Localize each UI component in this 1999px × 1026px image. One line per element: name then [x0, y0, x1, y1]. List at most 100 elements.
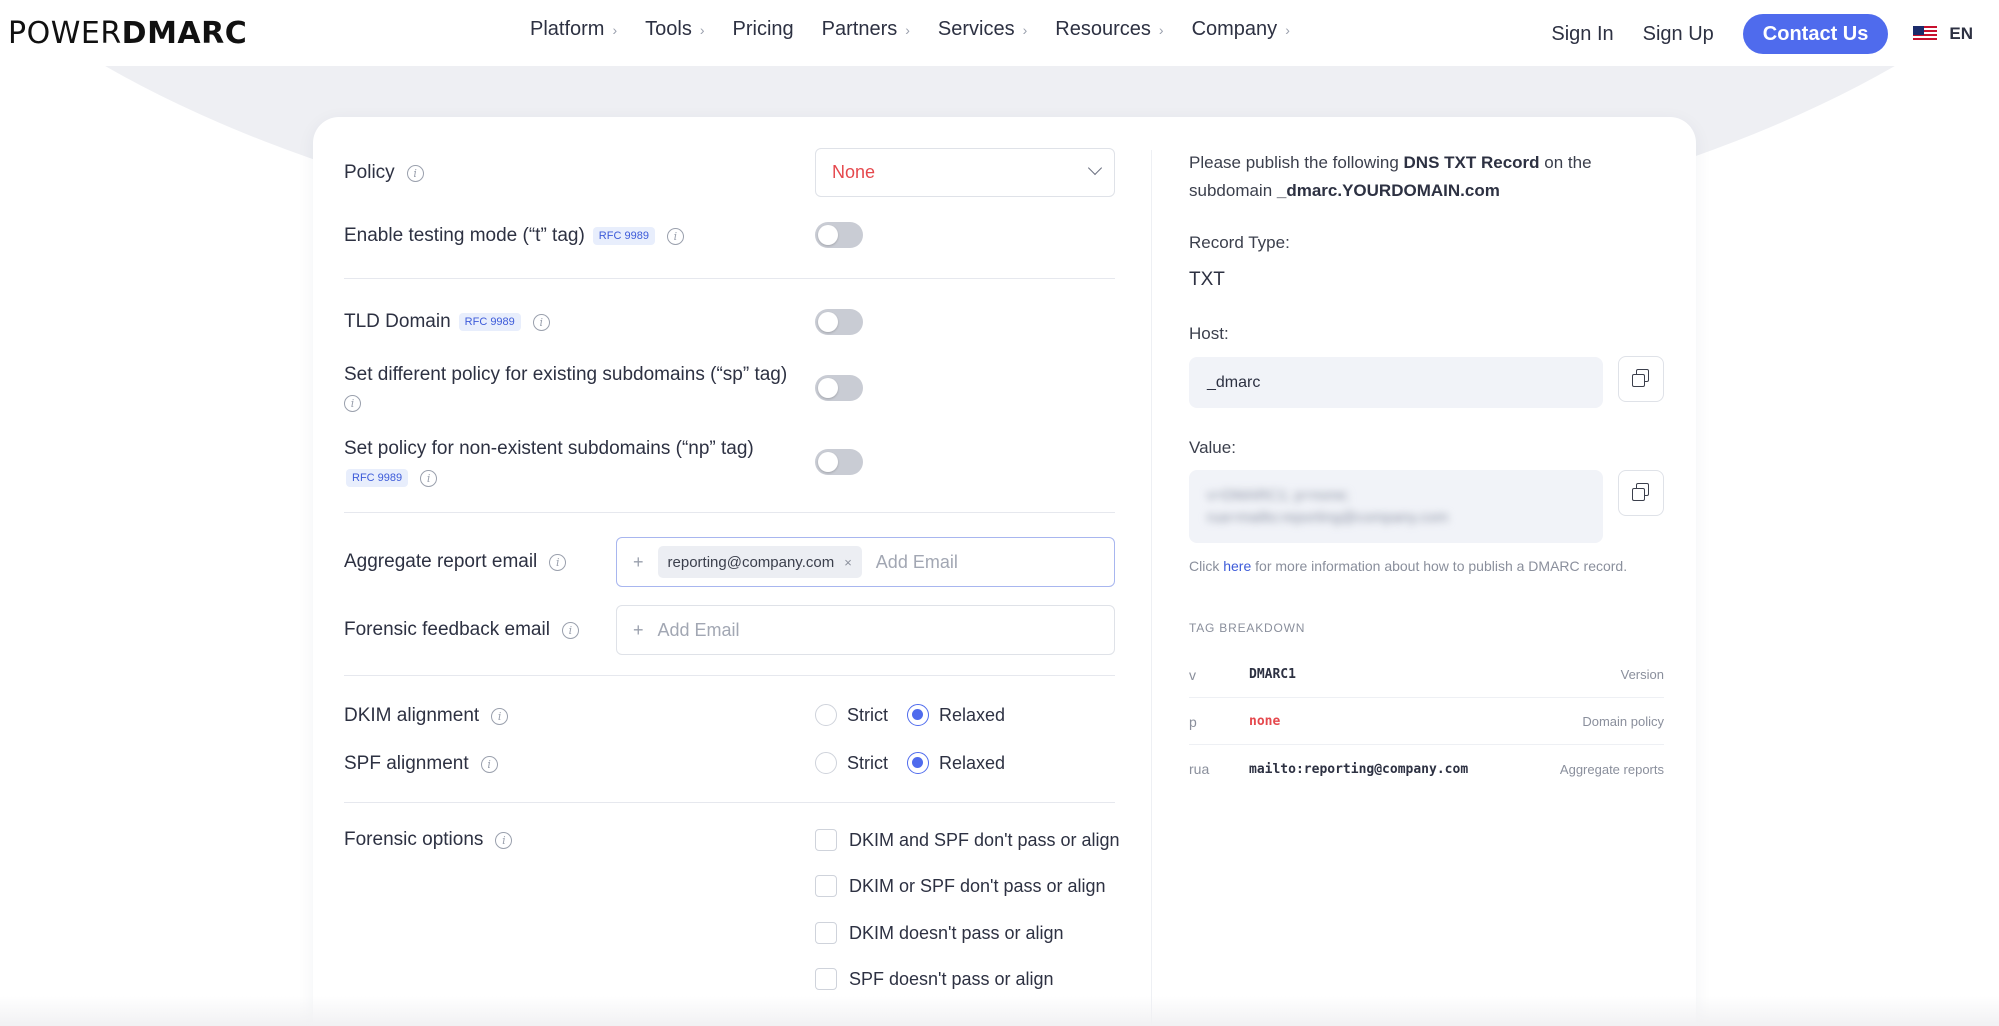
sign-up-link[interactable]: Sign Up	[1643, 23, 1714, 46]
spf-alignment-label: SPF alignment i	[344, 753, 498, 775]
tag-row: v DMARC1 Version	[1189, 652, 1664, 698]
copy-host-button[interactable]	[1618, 356, 1664, 402]
nav-resources[interactable]: Resources ›	[1055, 18, 1163, 41]
checkbox	[815, 875, 837, 897]
nav-links: Platform › Tools › Pricing Partners › Servi…	[530, 18, 1318, 41]
tld-domain-label: TLD Domain RFC 9989 i	[344, 311, 550, 333]
rfc-badge: RFC 9989	[592, 227, 655, 245]
info-icon[interactable]: i	[344, 395, 361, 412]
contact-us-button[interactable]: Contact Us	[1742, 14, 1889, 54]
rfc-badge: RFC 9989	[458, 313, 521, 331]
label-text: DKIM alignment	[344, 705, 480, 726]
logo[interactable]: POWER DMARC	[8, 14, 247, 52]
chevron-right-icon: ›	[699, 21, 705, 38]
np-policy-toggle[interactable]	[815, 449, 863, 475]
info-icon[interactable]: i	[495, 831, 513, 849]
forensic-option-checkbox[interactable]: SPF doesn't pass or align	[815, 968, 1054, 990]
value-field[interactable]: v=DMARC1; p=none; rua=mailto:reporting@c…	[1189, 470, 1603, 543]
tag-value: mailto:reporting@company.com	[1249, 761, 1469, 777]
np-policy-badges: RFC 9989 i	[338, 469, 438, 487]
tag-value: DMARC1	[1249, 667, 1296, 682]
policy-select[interactable]: None	[815, 148, 1115, 197]
checkbox-label: DKIM doesn't pass or align	[849, 922, 1064, 943]
chevron-right-icon: ›	[1022, 21, 1028, 38]
nav-services[interactable]: Services ›	[938, 18, 1027, 41]
intro-bold: DNS TXT Record	[1403, 153, 1540, 172]
tag-row: rua mailto:reporting@company.com Aggregate…	[1189, 746, 1664, 792]
close-icon[interactable]: ×	[844, 555, 852, 570]
info-icon[interactable]: i	[532, 313, 550, 331]
checkbox-label: DKIM or SPF don't pass or align	[849, 875, 1106, 896]
chevron-right-icon: ›	[612, 21, 618, 38]
add-email-placeholder: Add Email	[875, 551, 958, 572]
checkbox	[815, 922, 837, 944]
spf-strict-radio[interactable]: Strict	[815, 752, 888, 774]
label-text: SPF alignment	[344, 753, 469, 774]
info-icon[interactable]: i	[666, 227, 684, 245]
logo-text-right: DMARC	[121, 15, 248, 51]
radio-dot	[907, 752, 929, 774]
nav-company[interactable]: Company ›	[1192, 18, 1290, 41]
nav-right: Sign In Sign Up Contact Us EN	[1551, 14, 1973, 54]
nav-platform[interactable]: Platform ›	[530, 18, 617, 41]
forensic-email-input[interactable]: + Add Email	[616, 605, 1115, 655]
host-value: _dmarc	[1207, 373, 1261, 391]
tld-domain-toggle[interactable]	[815, 309, 863, 335]
dkim-alignment-label: DKIM alignment i	[344, 705, 509, 727]
info-icon[interactable]: i	[561, 621, 579, 639]
info-icon[interactable]: i	[406, 164, 424, 182]
radio-label: Relaxed	[939, 704, 1006, 725]
nav-pricing[interactable]: Pricing	[733, 18, 794, 41]
radio-label: Relaxed	[939, 752, 1006, 773]
plus-icon: +	[633, 619, 644, 640]
forensic-email-label: Forensic feedback email i	[344, 619, 579, 641]
info-icon[interactable]: i	[491, 707, 509, 725]
testing-mode-toggle[interactable]	[815, 222, 863, 248]
us-flag-icon[interactable]	[1913, 26, 1938, 42]
info-icon[interactable]: i	[549, 553, 567, 571]
label-text: Policy	[344, 162, 395, 183]
dkim-strict-radio[interactable]: Strict	[815, 704, 888, 726]
tag-row: p none Domain policy	[1189, 699, 1664, 745]
aggregate-email-input[interactable]: + reporting@company.com × Add Email	[616, 537, 1115, 587]
email-chip: reporting@company.com ×	[657, 546, 862, 578]
chevron-right-icon: ›	[905, 21, 910, 38]
forensic-option-checkbox[interactable]: DKIM and SPF don't pass or align	[815, 829, 1120, 851]
sp-policy-toggle[interactable]	[815, 375, 863, 401]
section-divider	[344, 512, 1115, 513]
add-email-placeholder: Add Email	[657, 619, 740, 640]
column-divider	[1151, 150, 1152, 1026]
language-selector[interactable]: EN	[1949, 24, 1973, 44]
forensic-option-checkbox[interactable]: DKIM or SPF don't pass or align	[815, 875, 1106, 897]
radio-dot	[815, 752, 837, 774]
tag-description: Version	[1620, 667, 1664, 682]
sign-in-link[interactable]: Sign In	[1551, 23, 1613, 46]
forensic-option-checkbox[interactable]: DKIM doesn't pass or align	[815, 922, 1064, 944]
intro-text: Please publish the following	[1189, 153, 1404, 172]
help-link[interactable]: here	[1223, 558, 1251, 574]
info-icon[interactable]: i	[420, 469, 438, 487]
policy-label: Policy i	[344, 162, 424, 184]
info-icon[interactable]: i	[480, 755, 498, 773]
nav-label: Pricing	[732, 18, 794, 40]
aggregate-email-label: Aggregate report email i	[344, 551, 567, 573]
spf-relaxed-radio[interactable]: Relaxed	[907, 752, 1005, 774]
bottom-fade	[0, 996, 1999, 1026]
checkbox-label: DKIM and SPF don't pass or align	[849, 829, 1120, 850]
dkim-relaxed-radio[interactable]: Relaxed	[907, 704, 1005, 726]
label-text: Set different policy for existing subdom…	[344, 364, 788, 385]
checkbox	[815, 968, 837, 990]
chip-text: reporting@company.com	[667, 553, 835, 571]
tag-description: Aggregate reports	[1559, 761, 1664, 777]
record-value: v=DMARC1; p=none; rua=mailto:reporting@c…	[1207, 486, 1449, 526]
label-text: Set policy for non-existent subdomains (…	[344, 438, 754, 459]
nav-label: Platform	[530, 18, 605, 40]
nav-tools[interactable]: Tools ›	[645, 18, 704, 41]
host-field[interactable]: _dmarc	[1189, 357, 1603, 408]
nav-partners[interactable]: Partners ›	[822, 18, 910, 41]
label-text: TLD Domain	[344, 311, 451, 332]
value-label: Value:	[1189, 438, 1236, 457]
sp-policy-label: Set different policy for existing subdom…	[344, 364, 787, 386]
copy-value-button[interactable]	[1618, 470, 1664, 516]
section-divider	[344, 675, 1115, 676]
